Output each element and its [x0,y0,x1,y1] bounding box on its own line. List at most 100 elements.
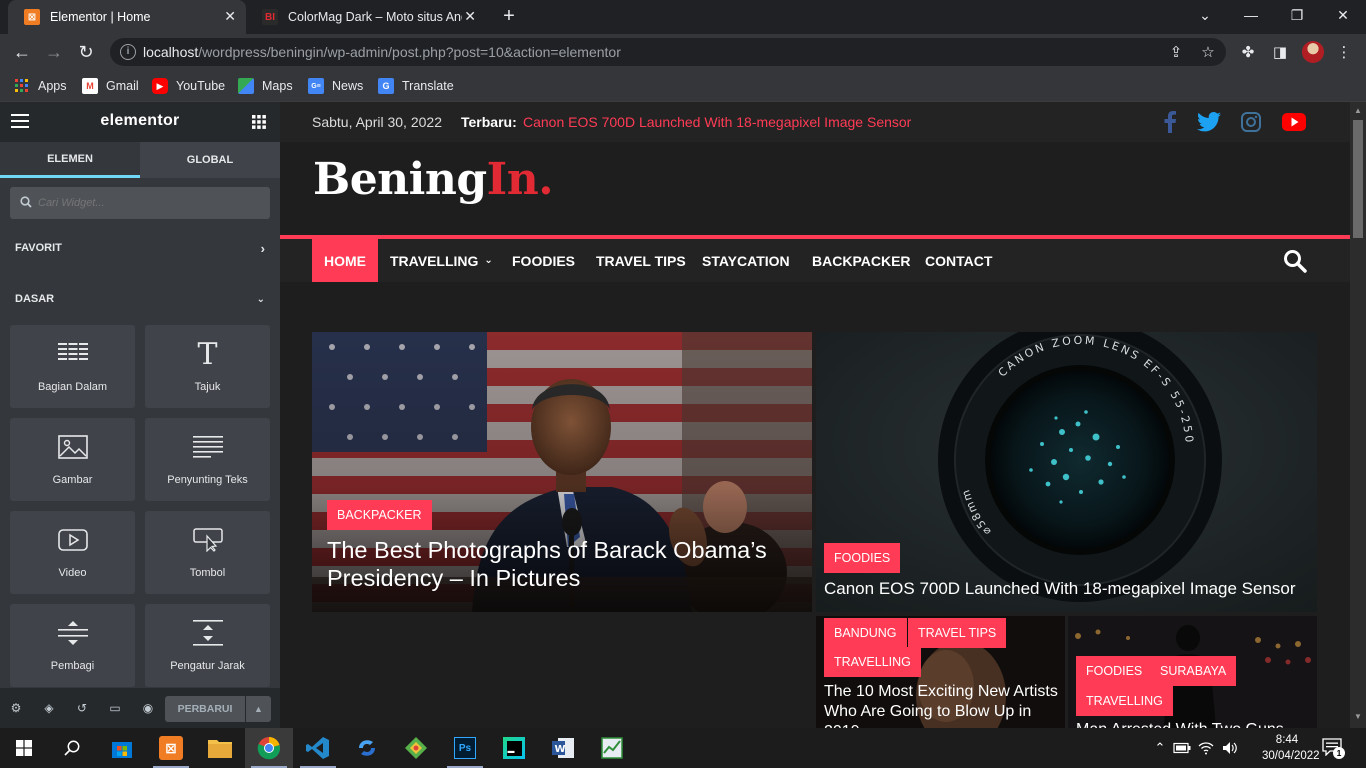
search-icon[interactable] [1283,249,1307,273]
file-explorer-icon[interactable] [196,728,244,768]
sourcetree-icon[interactable] [392,728,440,768]
update-options-chevron-up-icon[interactable]: ▲ [246,696,271,722]
minimize-icon[interactable]: — [1228,0,1274,30]
category-badge[interactable]: SURABAYA [1150,656,1237,686]
bookmark-maps[interactable]: Maps [238,76,293,96]
widget-divider[interactable]: Pembagi [10,604,135,687]
preview-eye-icon[interactable]: ◉ [140,700,156,716]
forward-icon[interactable]: → [42,40,66,64]
history-icon[interactable]: ↺ [74,700,90,716]
xampp-icon[interactable]: ⊠ [147,728,195,768]
microsoft-store-icon[interactable] [98,728,146,768]
widget-video[interactable]: Video [10,511,135,594]
tab-search-icon[interactable]: ⌄ [1182,0,1228,30]
nav-travel-tips[interactable]: TRAVEL TIPS [596,239,686,282]
featured-post-camera[interactable]: CANON ZOOM LENS EF-S 55-250mm 1:4-5.6 IS… [816,332,1317,612]
chrome-icon[interactable] [245,728,293,768]
post-title[interactable]: The 10 Most Exciting New Artists Who Are… [824,682,1060,728]
profile-avatar[interactable] [1302,41,1324,63]
extensions-icon[interactable]: ✤ [1238,42,1258,62]
category-basic[interactable]: DASAR ⌄ [15,293,270,305]
category-favorites[interactable]: FAVORIT › [15,241,270,256]
wifi-icon[interactable] [1196,738,1216,758]
category-badge[interactable]: FOODIES [1076,656,1153,686]
restore-icon[interactable]: ❐ [1274,0,1320,30]
featured-post-main[interactable]: BACKPACKER The Best Photographs of Barac… [312,332,812,612]
system-clock[interactable]: 8:44 30/04/2022 [1262,732,1320,764]
back-icon[interactable]: ← [10,40,34,64]
widget-inner-section[interactable]: Bagian Dalam [10,325,135,408]
vscode-icon[interactable] [294,728,342,768]
nav-backpacker[interactable]: BACKPACKER [812,239,911,282]
facebook-icon[interactable] [1158,110,1182,134]
address-bar[interactable]: i localhost/wordpress/beningin/wp-admin/… [110,38,1226,66]
category-badge[interactable]: FOODIES [824,543,901,573]
windows-start-icon[interactable] [0,728,48,768]
side-panel-icon[interactable]: ◨ [1270,42,1290,62]
close-window-icon[interactable]: ✕ [1320,0,1366,30]
bookmark-youtube[interactable]: ▶ YouTube [152,76,225,96]
close-tab-icon[interactable]: ✕ [464,8,476,25]
category-badge[interactable]: TRAVELLING [824,647,921,677]
scrollbar-thumb[interactable] [1353,120,1363,238]
category-badge[interactable]: BANDUNG [824,618,907,648]
url-text[interactable]: localhost/wordpress/beningin/wp-admin/po… [143,44,621,60]
activity-monitor-icon[interactable] [588,728,636,768]
tab-elementor[interactable]: ⊠ Elementor | Home ✕ [8,0,246,34]
category-badge[interactable]: TRAVELLING [1076,686,1173,716]
new-tab-icon[interactable]: + [498,6,520,28]
menu-kebab-icon[interactable]: ⋮ [1334,42,1354,62]
photoshop-icon[interactable]: Ps [441,728,489,768]
settings-gear-icon[interactable]: ⚙ [8,700,24,716]
bookmark-translate[interactable]: G Translate [378,76,454,96]
nav-travelling[interactable]: TRAVELLING ⌄ [390,239,493,282]
post-artists[interactable]: BANDUNG TRAVEL TIPS TRAVELLING The 10 Mo… [816,616,1065,728]
widget-search-input[interactable] [38,187,258,219]
page-scrollbar[interactable]: ▲ ▼ [1350,102,1366,728]
category-badge[interactable]: BACKPACKER [327,500,432,530]
widget-text-editor[interactable]: Penyunting Teks [145,418,270,501]
battery-icon[interactable] [1172,738,1192,758]
widget-heading[interactable]: T Tajuk [145,325,270,408]
reload-icon[interactable]: ↻ [74,40,98,64]
scroll-down-icon[interactable]: ▼ [1354,712,1362,721]
twitter-icon[interactable] [1197,110,1221,134]
bookmark-gmail[interactable]: M Gmail [82,76,139,96]
post-street[interactable]: FOODIES SURABAYA TRAVELLING Man Arrested… [1068,616,1317,728]
nav-staycation[interactable]: STAYCATION [702,239,790,282]
tab-elements[interactable]: ELEMEN [0,142,140,178]
scroll-up-icon[interactable]: ▲ [1354,106,1362,115]
pycharm-icon[interactable]: ▬ [490,728,538,768]
nav-foodies[interactable]: FOODIES [512,239,575,282]
search-icon[interactable] [48,728,96,768]
navigator-layers-icon[interactable]: ◈ [41,700,57,716]
nav-contact[interactable]: CONTACT [925,239,992,282]
show-hidden-icons-chevron-up-icon[interactable]: ⌃ [1150,738,1170,758]
widget-image[interactable]: Gambar [10,418,135,501]
volume-icon[interactable] [1220,738,1240,758]
bookmark-news[interactable]: G≡ News [308,76,363,96]
widgets-grid-icon[interactable] [252,115,266,129]
dev-tool-icon[interactable] [343,728,391,768]
share-icon[interactable]: ⇪ [1166,42,1186,62]
youtube-icon[interactable] [1282,110,1306,134]
site-info-icon[interactable]: i [120,44,136,60]
widget-button[interactable]: Tombol [145,511,270,594]
widget-spacer[interactable]: Pengatur Jarak [145,604,270,687]
notification-center-icon[interactable]: 1 [1322,738,1345,759]
post-title[interactable]: Canon EOS 700D Launched With 18-megapixe… [824,578,1309,600]
tab-colormag[interactable]: BI ColorMag Dark – Moto situs Andi ✕ [246,0,486,34]
tab-global[interactable]: GLOBAL [140,142,280,178]
close-tab-icon[interactable]: ✕ [224,8,236,25]
category-badge[interactable]: TRAVEL TIPS [908,618,1007,648]
nav-home[interactable]: HOME [312,239,378,282]
ticker-link[interactable]: Canon EOS 700D Launched With 18-megapixe… [523,114,911,130]
responsive-mode-icon[interactable]: ▭ [107,700,123,716]
post-title[interactable]: Man Arrested With Two Guns [1076,720,1312,728]
instagram-icon[interactable] [1239,110,1263,134]
site-logo[interactable]: BeningIn. [313,154,554,205]
bookmark-star-icon[interactable]: ☆ [1198,42,1218,62]
post-title[interactable]: The Best Photographs of Barack Obama’s P… [327,536,802,592]
update-button[interactable]: PERBARUI [165,696,245,722]
bookmark-apps[interactable]: Apps [14,76,67,96]
